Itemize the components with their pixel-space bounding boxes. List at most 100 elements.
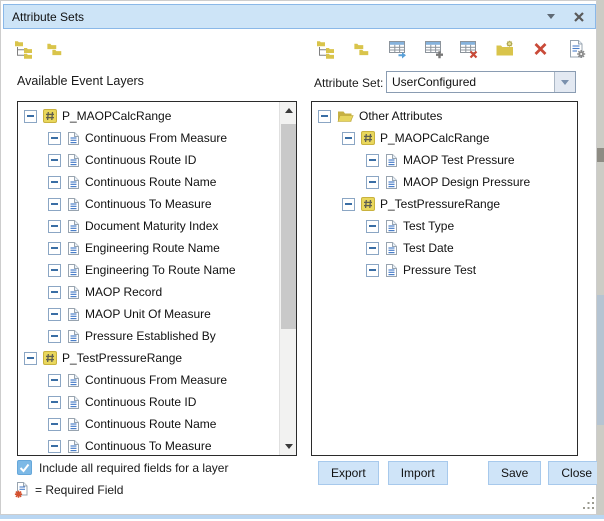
right-toolbar	[315, 38, 588, 60]
folder-icon	[337, 110, 354, 123]
close-dialog-button[interactable]	[571, 9, 587, 25]
collapse-toggle-icon[interactable]	[48, 198, 61, 211]
tree-item-label: Continuous To Measure	[85, 439, 212, 453]
tree-item[interactable]: Engineering To Route Name	[18, 259, 279, 281]
attribute-set-label: Attribute Set:	[314, 76, 383, 90]
expand-tree-icon[interactable]	[315, 38, 337, 60]
collapse-toggle-icon[interactable]	[48, 308, 61, 321]
collapse-toggle-icon[interactable]	[48, 132, 61, 145]
collapse-dialog-button[interactable]	[543, 9, 559, 25]
available-event-layers-panel: P_MAOPCalcRangeContinuous From MeasureCo…	[17, 101, 297, 456]
dialog-title: Attribute Sets	[12, 10, 84, 24]
collapse-toggle-icon[interactable]	[366, 176, 379, 189]
delete-icon[interactable]	[530, 38, 552, 60]
close-icon	[573, 11, 585, 23]
collapse-toggle-icon[interactable]	[48, 220, 61, 233]
collapse-toggle-icon[interactable]	[48, 374, 61, 387]
scroll-down-button[interactable]	[280, 438, 297, 455]
tree-item-label: Pressure Established By	[85, 329, 216, 343]
tree-item[interactable]: MAOP Test Pressure	[312, 149, 577, 171]
tree-item[interactable]: MAOP Design Pressure	[312, 171, 577, 193]
table-export-icon[interactable]	[387, 38, 409, 60]
collapse-toggle-icon[interactable]	[48, 242, 61, 255]
document-settings-icon[interactable]	[566, 38, 588, 60]
event-layer-icon	[361, 131, 375, 145]
collapse-toggle-icon[interactable]	[48, 418, 61, 431]
attribute-set-dropdown-button[interactable]	[554, 72, 575, 92]
tree-item-label: Engineering To Route Name	[85, 263, 236, 277]
collapse-toggle-icon[interactable]	[366, 220, 379, 233]
resize-grip[interactable]	[583, 497, 595, 509]
tree-item[interactable]: Continuous To Measure	[18, 193, 279, 215]
collapse-toggle-icon[interactable]	[342, 132, 355, 145]
tree-item[interactable]: Pressure Established By	[18, 325, 279, 347]
arrow-down-icon	[285, 444, 293, 449]
collapse-toggle-icon[interactable]	[366, 242, 379, 255]
collapse-toggle-icon[interactable]	[48, 440, 61, 453]
field-icon	[385, 241, 398, 256]
collapse-toggle-icon[interactable]	[48, 176, 61, 189]
tree-item-label: Test Type	[403, 219, 454, 233]
tree-item[interactable]: Other Attributes	[312, 105, 577, 127]
folder-new-icon[interactable]	[494, 38, 516, 60]
collapse-toggle-icon[interactable]	[48, 286, 61, 299]
tree-item[interactable]: Test Date	[312, 237, 577, 259]
tree-item[interactable]: Continuous From Measure	[18, 127, 279, 149]
save-close-buttons: Save Close	[488, 461, 604, 485]
import-button[interactable]: Import	[388, 461, 448, 485]
expand-tree-icon[interactable]	[13, 38, 35, 60]
tree-item[interactable]: Document Maturity Index	[18, 215, 279, 237]
field-icon	[385, 263, 398, 278]
attribute-set-select[interactable]: UserConfigured	[386, 71, 576, 93]
tree-item[interactable]: Pressure Test	[312, 259, 577, 281]
attribute-sets-dialog: Attribute Sets Available Event Layers At…	[0, 0, 597, 515]
tree-item[interactable]: P_TestPressureRange	[312, 193, 577, 215]
include-required-fields-row: Include all required fields for a layer	[17, 460, 228, 475]
collapse-folders-icon[interactable]	[351, 38, 373, 60]
tree-item[interactable]: Continuous Route ID	[18, 391, 279, 413]
collapse-toggle-icon[interactable]	[366, 154, 379, 167]
tree-item-label: P_TestPressureRange	[62, 351, 182, 365]
attribute-set-panel: Other AttributesP_MAOPCalcRangeMAOP Test…	[311, 101, 578, 456]
table-remove-icon[interactable]	[458, 38, 480, 60]
tree-item-label: Continuous From Measure	[85, 131, 227, 145]
table-add-icon[interactable]	[423, 38, 445, 60]
tree-item-label: P_TestPressureRange	[380, 197, 500, 211]
collapse-folders-icon[interactable]	[44, 38, 66, 60]
tree-item[interactable]: MAOP Unit Of Measure	[18, 303, 279, 325]
collapse-toggle-icon[interactable]	[48, 154, 61, 167]
left-panel-scrollbar[interactable]	[279, 102, 296, 455]
tree-item[interactable]: Continuous From Measure	[18, 369, 279, 391]
tree-item[interactable]: Continuous Route Name	[18, 171, 279, 193]
tree-item-label: P_MAOPCalcRange	[62, 109, 171, 123]
export-button[interactable]: Export	[318, 461, 379, 485]
tree-item[interactable]: Test Type	[312, 215, 577, 237]
tree-item[interactable]: P_TestPressureRange	[18, 347, 279, 369]
include-required-fields-checkbox[interactable]	[17, 460, 32, 475]
tree-item[interactable]: Engineering Route Name	[18, 237, 279, 259]
field-icon	[67, 395, 80, 410]
field-icon	[67, 417, 80, 432]
collapse-toggle-icon[interactable]	[318, 110, 331, 123]
close-button[interactable]: Close	[548, 461, 604, 485]
tree-item[interactable]: MAOP Record	[18, 281, 279, 303]
tree-item-label: Pressure Test	[403, 263, 476, 277]
save-button[interactable]: Save	[488, 461, 541, 485]
tree-item[interactable]: Continuous To Measure	[18, 435, 279, 456]
collapse-toggle-icon[interactable]	[366, 264, 379, 277]
tree-item[interactable]: P_MAOPCalcRange	[312, 127, 577, 149]
collapse-toggle-icon[interactable]	[342, 198, 355, 211]
collapse-toggle-icon[interactable]	[48, 396, 61, 409]
collapse-toggle-icon[interactable]	[48, 330, 61, 343]
tree-item[interactable]: Continuous Route ID	[18, 149, 279, 171]
scrollbar-thumb[interactable]	[281, 124, 296, 329]
tree-item[interactable]: Continuous Route Name	[18, 413, 279, 435]
scroll-up-button[interactable]	[280, 102, 297, 119]
collapse-toggle-icon[interactable]	[24, 110, 37, 123]
collapse-toggle-icon[interactable]	[24, 352, 37, 365]
tree-item[interactable]: P_MAOPCalcRange	[18, 105, 279, 127]
titlebar[interactable]: Attribute Sets	[3, 4, 596, 29]
tree-item-label: MAOP Design Pressure	[403, 175, 530, 189]
collapse-toggle-icon[interactable]	[48, 264, 61, 277]
attribute-set-tree: Other AttributesP_MAOPCalcRangeMAOP Test…	[312, 102, 577, 281]
